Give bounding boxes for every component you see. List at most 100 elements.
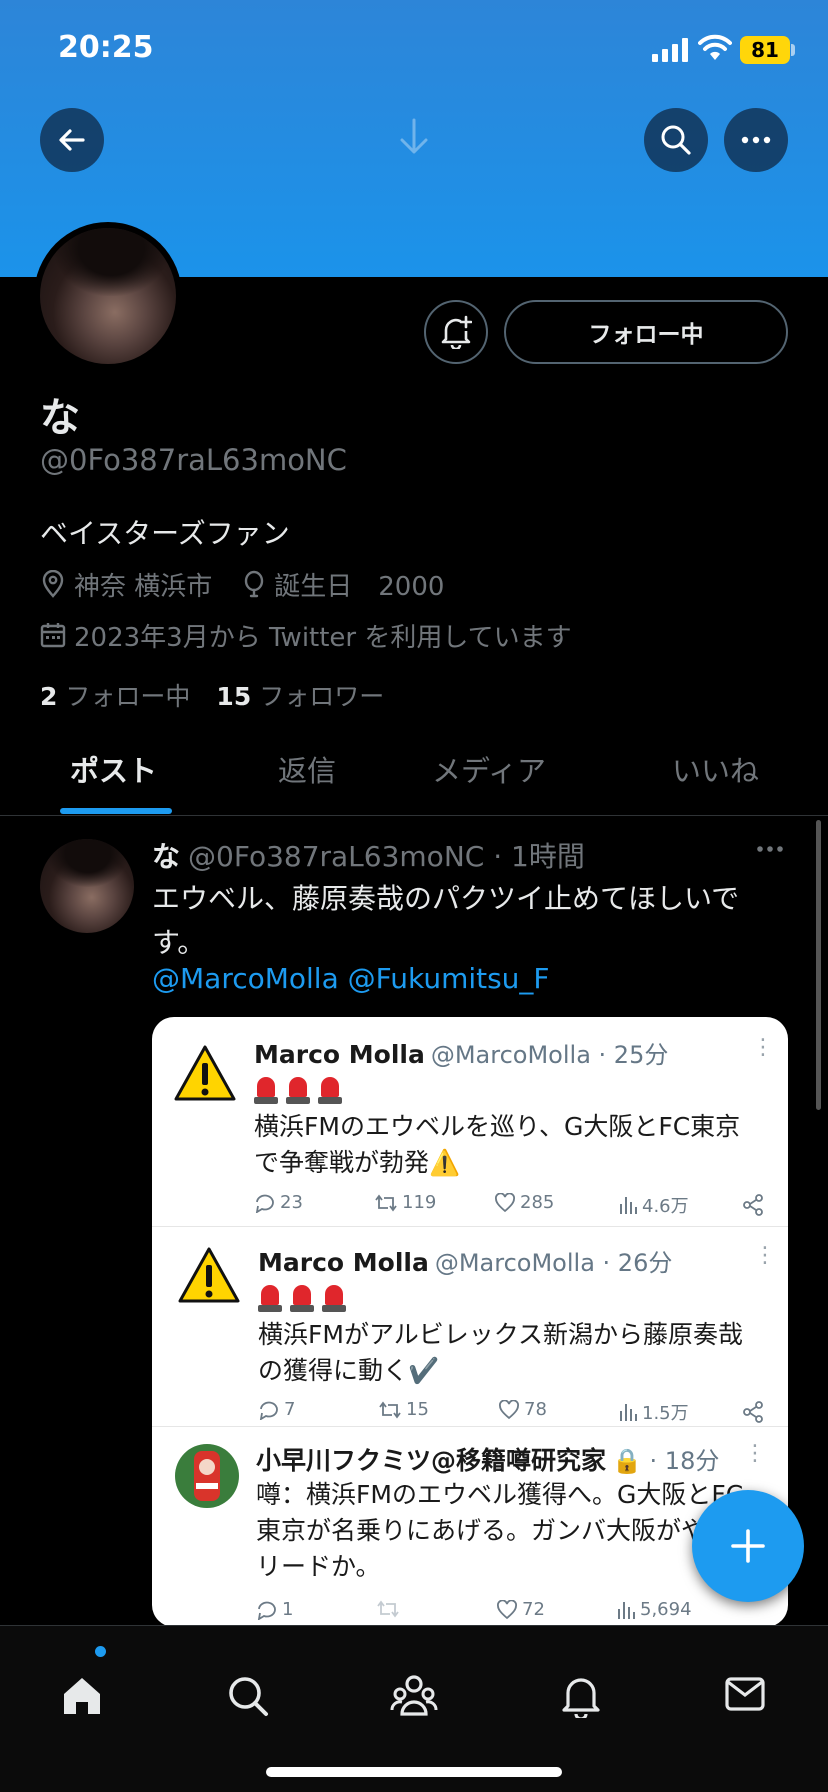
siren-icon	[290, 1283, 314, 1313]
quoted-author-handle: @MarcoMolla · 26分	[434, 1249, 673, 1277]
siren-emojis	[258, 1283, 346, 1313]
pull-to-refresh-icon	[400, 118, 428, 154]
quoted-text-line: で争奪戦が勃発⚠️	[254, 1148, 461, 1177]
scrollbar[interactable]	[816, 820, 821, 1110]
calendar-icon	[40, 623, 66, 648]
quoted-text-line: 東京が名乗りにあげる。ガンバ大阪がやや	[256, 1516, 732, 1545]
notifications-icon[interactable]	[560, 1674, 602, 1718]
profile-tabs: ポスト 返信 メディア いいね	[0, 730, 828, 816]
post[interactable]: な @0Fo387raL63moNC · 1時間 エウベル、藤原奏哉のパクツイ止め…	[0, 817, 828, 1625]
quoted-author-name: Marco Molla	[258, 1248, 429, 1277]
view-count: 4.6万	[618, 1192, 689, 1218]
battery-indicator: 81	[740, 36, 790, 64]
location-icon	[42, 570, 64, 598]
siren-icon	[258, 1283, 282, 1313]
profile-location: 神奈 横浜市	[74, 571, 213, 602]
notify-button[interactable]	[424, 300, 488, 364]
follow-counts: 2 フォロー中 15 フォロワー	[40, 677, 384, 713]
quoted-tweet-header: Marco Molla @MarcoMolla · 26分	[258, 1243, 672, 1278]
reply-icon	[257, 1601, 276, 1620]
following-link[interactable]: 2 フォロー中	[40, 677, 190, 713]
tab-media[interactable]: メディア	[432, 748, 546, 790]
avatar-image	[40, 228, 176, 364]
tab-replies[interactable]: 返信	[278, 748, 336, 790]
reply-count: 23	[254, 1192, 303, 1213]
views-icon	[618, 1601, 635, 1619]
quoted-more-icon: ⋮	[754, 1243, 776, 1268]
following-label: フォロー中	[65, 682, 191, 711]
wifi-icon	[698, 34, 732, 60]
retweet-icon	[375, 1194, 397, 1211]
quoted-tweet: 小早川フクミツ@移籍噂研究家 🔒 · 18分 ⋮ 噂：横浜FMのエウベル獲得へ。G…	[152, 1427, 788, 1625]
post-time: 1時間	[511, 840, 585, 873]
post-more-icon[interactable]	[756, 845, 784, 853]
quoted-text-line: リードか。	[256, 1552, 381, 1581]
post-author-handle: @0Fo387raL63moNC	[188, 840, 485, 873]
siren-icon	[322, 1283, 346, 1313]
search-button[interactable]	[644, 108, 708, 172]
share-icon	[743, 1401, 763, 1423]
siren-icon	[254, 1075, 278, 1105]
like-count: 285	[494, 1192, 554, 1213]
tab-posts[interactable]: ポスト	[70, 748, 157, 790]
reply-count: 1	[256, 1599, 293, 1620]
compose-icon	[731, 1529, 765, 1563]
profile-meta-row: 神奈 横浜市 誕生日 2000	[40, 566, 444, 602]
share-icon	[743, 1194, 763, 1216]
tab-likes[interactable]: いいね	[672, 748, 759, 790]
like-count: 78	[498, 1399, 547, 1420]
quoted-tweet-actions: 1 72 5,694	[256, 1599, 756, 1625]
communities-icon[interactable]	[390, 1674, 438, 1718]
profile-avatar[interactable]	[34, 222, 182, 370]
retweet-count: 119	[374, 1192, 436, 1213]
quoted-author-handle: · 18分	[649, 1447, 720, 1475]
back-button[interactable]	[40, 108, 104, 172]
signal-icon	[652, 38, 688, 62]
search-icon	[661, 125, 691, 155]
compose-button[interactable]	[692, 1490, 804, 1602]
siren-icon	[318, 1075, 342, 1105]
retweet-icon	[377, 1600, 399, 1618]
reply-icon	[259, 1401, 278, 1420]
home-indicator	[266, 1767, 562, 1777]
quoted-author-name: Marco Molla	[254, 1040, 425, 1069]
post-author-name: な	[152, 840, 181, 873]
reply-icon	[255, 1194, 274, 1213]
quoted-tweet-text: 横浜FMのエウベルを巡り、G大阪とFC東京 で争奪戦が勃発⚠️	[254, 1109, 740, 1181]
profile-handle: @0Fo387raL63moNC	[40, 443, 347, 477]
profile-joined-row: 2023年3月から Twitter を利用しています	[40, 617, 572, 653]
view-count: 5,694	[616, 1599, 692, 1620]
profile-birthday: 誕生日 2000	[274, 571, 445, 602]
retweet-icon	[379, 1401, 401, 1418]
post-avatar[interactable]	[40, 839, 134, 933]
quoted-tweet-header: Marco Molla @MarcoMolla · 25分	[254, 1035, 668, 1070]
retweet-count: 15	[378, 1399, 429, 1420]
heart-icon	[497, 1599, 517, 1619]
heart-icon	[495, 1192, 515, 1212]
quoted-tweet: Marco Molla @MarcoMolla · 26分 ⋮ 横浜FMがアルビレ…	[152, 1227, 788, 1427]
profile-display-name: な	[40, 395, 80, 441]
home-icon[interactable]	[60, 1674, 104, 1718]
quoted-author-name: 小早川フクミツ@移籍噂研究家	[256, 1446, 607, 1475]
messages-icon[interactable]	[724, 1674, 766, 1714]
explore-search-icon[interactable]	[226, 1674, 270, 1718]
mascot-avatar-icon	[175, 1444, 239, 1508]
bell-plus-icon	[441, 315, 472, 349]
following-button[interactable]: フォロー中	[504, 300, 788, 364]
following-count: 2	[40, 682, 58, 711]
lock-icon: 🔒	[612, 1447, 642, 1475]
views-icon	[620, 1197, 637, 1214]
warning-avatar-icon	[173, 1042, 237, 1106]
more-icon	[741, 136, 771, 144]
followers-link[interactable]: 15 フォロワー	[216, 677, 384, 713]
active-tab-indicator	[60, 808, 172, 814]
heart-icon	[499, 1399, 519, 1419]
quoted-tweet: Marco Molla @MarcoMolla · 25分 ⋮ 横浜FMのエウベル…	[152, 1017, 788, 1227]
status-time: 20:25	[58, 30, 154, 65]
followers-label: フォロワー	[259, 682, 385, 711]
more-button[interactable]	[724, 108, 788, 172]
quoted-tweet-header: 小早川フクミツ@移籍噂研究家 🔒 · 18分	[256, 1441, 719, 1477]
back-icon	[59, 129, 85, 151]
post-mentions[interactable]: @MarcoMolla @Fukumitsu_F	[152, 962, 550, 995]
quoted-text-line: 噂：横浜FMのエウベル獲得へ。G大阪とFC	[256, 1480, 744, 1509]
